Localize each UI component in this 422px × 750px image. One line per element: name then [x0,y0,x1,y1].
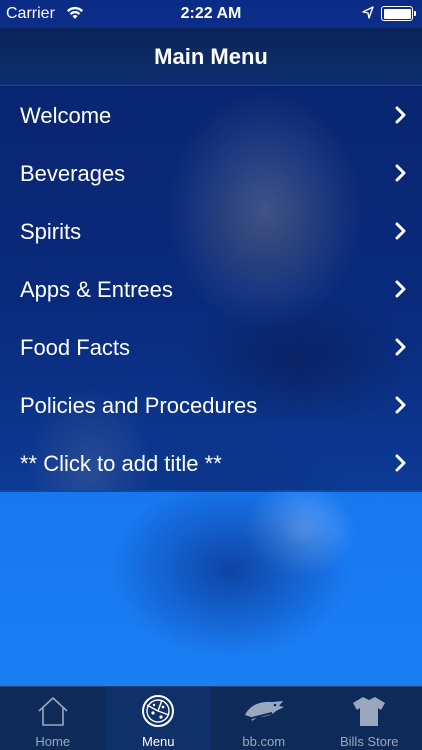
page-title: Main Menu [154,44,268,69]
chevron-right-icon [395,164,406,182]
tab-menu[interactable]: Menu [105,687,211,750]
battery-icon [381,6,416,21]
navigation-bar: Main Menu [0,28,422,86]
tab-bills-store-label: Bills Store [339,734,399,749]
menu-item-label: Policies and Procedures [20,393,258,418]
tab-bills-store[interactable]: Bills Store [317,687,422,750]
background-artwork-lower [0,490,422,686]
menu-item-food-facts[interactable]: Food Facts [0,318,422,376]
tab-menu-label: Menu [141,734,175,749]
status-time: 2:22 AM [180,5,242,22]
tab-bb-com[interactable]: bb.com [211,687,317,750]
menu-item-spirits[interactable]: Spirits [0,202,422,260]
bills-logo-icon [244,701,284,721]
menu-item-policies-procedures[interactable]: Policies and Procedures [0,376,422,434]
chevron-right-icon [395,396,406,414]
tab-bar: Home Menu bb.com Bills Store [0,686,422,750]
menu-item-welcome[interactable]: Welcome [0,86,422,144]
menu-item-label: ** Click to add title ** [20,451,222,476]
tab-bb-com-label: bb.com [242,734,286,749]
menu-item-label: Welcome [20,103,112,128]
chevron-right-icon [395,222,406,240]
home-icon [38,697,68,726]
tab-home-label: Home [35,734,71,749]
jersey-icon [353,697,386,726]
tab-home[interactable]: Home [0,687,106,750]
menu-item-add-title[interactable]: ** Click to add title ** [0,434,422,492]
status-bar: Carrier 2:22 AM [0,0,422,28]
chevron-right-icon [395,338,406,356]
main-menu-list: Welcome Beverages Spirits Apps & Entrees… [0,86,422,492]
pizza-icon [142,695,175,727]
chevron-right-icon [395,454,406,472]
chevron-right-icon [395,280,406,298]
menu-item-label: Beverages [20,161,126,186]
menu-item-apps-entrees[interactable]: Apps & Entrees [0,260,422,318]
menu-item-label: Apps & Entrees [20,277,173,302]
menu-item-label: Food Facts [20,335,131,360]
menu-item-beverages[interactable]: Beverages [0,144,422,202]
chevron-right-icon [395,106,406,124]
location-arrow-icon [362,6,374,19]
menu-item-label: Spirits [20,219,82,244]
